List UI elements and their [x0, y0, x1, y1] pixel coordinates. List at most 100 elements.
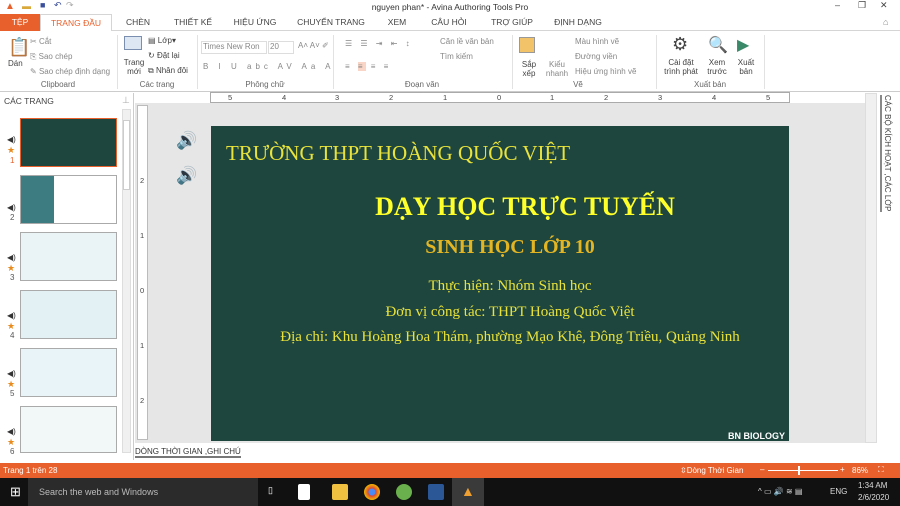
- zoom-out-button[interactable]: –: [760, 465, 764, 474]
- address-line[interactable]: Địa chỉ: Khu Hoàng Hoa Thám, phường Mạo …: [211, 329, 789, 346]
- tab-insert[interactable]: CHÈN: [120, 14, 156, 31]
- ruler-tick: 4: [282, 93, 287, 102]
- minimize-button[interactable]: –: [835, 0, 840, 10]
- tab-design[interactable]: THIẾT KẾ: [170, 14, 216, 31]
- font-style-buttons[interactable]: B I U abc AV Aa A: [203, 62, 334, 71]
- format-painter-label: Sao chép định dạng: [38, 67, 111, 76]
- cut-button[interactable]: ✂ Cắt: [30, 37, 51, 46]
- duplicate-label: Nhân đôi: [155, 66, 188, 75]
- zoom-slider-thumb[interactable]: [798, 466, 801, 475]
- find-button[interactable]: Tìm kiếm: [440, 52, 473, 61]
- chrome-icon[interactable]: [364, 484, 380, 500]
- store-icon[interactable]: [298, 484, 310, 500]
- fit-window-icon[interactable]: ⛶: [878, 465, 884, 475]
- page-indicator: Trang 1 trên 28: [3, 466, 58, 475]
- pages-scrollbar[interactable]: [122, 109, 131, 453]
- ruler-tick: 3: [335, 93, 340, 102]
- canvas-scrollbar[interactable]: [865, 93, 877, 443]
- timeline-notes-panel: DÒNG THỜI GIAN ,GHI CHÚ: [135, 443, 865, 463]
- page-thumbnail-6[interactable]: [20, 406, 117, 453]
- page-thumbnail-5[interactable]: [20, 348, 117, 397]
- gear-icon: ⚙: [672, 34, 689, 54]
- speaker-icon[interactable]: 🔊: [176, 166, 197, 186]
- tab-transitions[interactable]: CHUYỂN TRANG: [296, 14, 366, 31]
- tab-file[interactable]: TỆP: [0, 14, 40, 31]
- duplicate-button[interactable]: ⧉ Nhân đôi: [148, 66, 188, 76]
- font-name-select[interactable]: Times New Ron: [201, 41, 267, 54]
- ruler-tick: 0: [140, 286, 145, 295]
- pages-panel-title: CÁC TRANG: [4, 96, 54, 106]
- copy-button[interactable]: ⎘ Sao chép: [30, 52, 72, 62]
- quick-styles-button[interactable]: Kiểu nhanh: [543, 60, 571, 78]
- layer-button[interactable]: ▤ Lớp▾: [148, 36, 176, 45]
- slide[interactable]: TRƯỜNG THPT HOÀNG QUỐC VIỆT DẠY HỌC TRỰC…: [211, 126, 789, 441]
- shape-fill-button[interactable]: Màu hình vẽ: [575, 37, 619, 46]
- align-buttons[interactable]: ≡ ≡ ≡ ≡: [345, 62, 391, 71]
- clock-date[interactable]: 2/6/2020: [858, 493, 889, 502]
- align-text-button[interactable]: Căn lề văn bản: [440, 37, 494, 46]
- close-button[interactable]: ✕: [880, 0, 888, 11]
- school-name[interactable]: TRƯỜNG THPT HOÀNG QUỐC VIỆT: [226, 141, 570, 166]
- player-settings-button[interactable]: Cài đặt trình phát: [662, 58, 700, 76]
- ruler-tick: 2: [604, 93, 609, 102]
- format-painter-button[interactable]: ✎ Sao chép định dạng: [30, 67, 110, 76]
- ruler-tick: 2: [140, 396, 145, 405]
- language-indicator[interactable]: ENG: [830, 487, 847, 496]
- clock-time[interactable]: 1:34 AM: [858, 481, 887, 490]
- slide-subtitle[interactable]: SINH HỌC LỚP 10: [211, 236, 789, 259]
- zoom-in-button[interactable]: +: [840, 465, 845, 474]
- page-number: 2: [10, 213, 15, 222]
- tab-format[interactable]: ĐỊNH DẠNG: [552, 14, 604, 31]
- avina-taskbar-button[interactable]: ▲: [452, 478, 484, 506]
- word-icon[interactable]: [428, 484, 444, 500]
- page-thumbnail-4[interactable]: [20, 290, 117, 339]
- file-explorer-icon[interactable]: [332, 484, 348, 500]
- list-buttons[interactable]: ☰ ☰ ⇥ ⇤ ↕: [345, 39, 413, 48]
- publish-button[interactable]: Xuất bản: [734, 58, 758, 76]
- ruler-tick: 1: [140, 341, 145, 350]
- new-page-icon: [124, 36, 142, 50]
- paste-button[interactable]: Dán: [8, 59, 23, 68]
- pages-panel: CÁC TRANG ⊥ ◀) ★ 1 ◀) 2 ◀) ★ 3 ◀) ★ 4 ◀) ★ 5 ◀) ★ 6: [0, 93, 134, 460]
- reset-button[interactable]: ↻ Đặt lại: [148, 51, 180, 60]
- tab-view[interactable]: XEM: [382, 14, 412, 31]
- restore-button[interactable]: ❐: [858, 0, 866, 11]
- author-line[interactable]: Thực hiện: Nhóm Sinh học: [211, 278, 789, 295]
- ruler-tick: 1: [443, 93, 448, 102]
- system-tray-icons[interactable]: ^ ▭ 🔊 ≋ ▤: [758, 487, 802, 496]
- preview-button[interactable]: Xem trước: [704, 58, 730, 76]
- font-size-buttons[interactable]: A˄ A˅ ✐: [298, 41, 329, 50]
- search-box[interactable]: Search the web and Windows: [28, 478, 258, 506]
- ruler-tick: 4: [712, 93, 717, 102]
- tab-home[interactable]: TRANG ĐẦU: [40, 14, 112, 32]
- arrange-button[interactable]: Sắp xếp: [517, 60, 541, 78]
- slide-title[interactable]: DẠY HỌC TRỰC TUYẾN: [211, 192, 789, 222]
- windows-start-icon[interactable]: ⊞: [10, 484, 21, 500]
- ruler-tick: 3: [658, 93, 663, 102]
- page-thumbnail-1[interactable]: [20, 118, 117, 167]
- coccoc-icon[interactable]: [396, 484, 412, 500]
- speaker-icon[interactable]: 🔊: [176, 131, 197, 151]
- timeline-label: Dòng Thời Gian: [686, 466, 744, 475]
- cut-label: Cắt: [38, 37, 52, 46]
- timeline-notes-tab[interactable]: DÒNG THỜI GIAN ,GHI CHÚ: [135, 447, 241, 458]
- publish-icon: ▶: [737, 37, 750, 54]
- timeline-toggle[interactable]: ⇳Dòng Thời Gian: [680, 466, 743, 475]
- shape-effects-button[interactable]: Hiệu ứng hình vẽ: [575, 67, 636, 76]
- new-page-button[interactable]: Trang mới: [122, 58, 146, 76]
- zoom-slider[interactable]: [768, 466, 838, 475]
- tab-effects[interactable]: HIỆU ỨNG: [230, 14, 280, 31]
- collapse-ribbon-icon[interactable]: ⌂: [883, 17, 888, 27]
- tab-help[interactable]: TRỢ GIÚP: [490, 14, 534, 31]
- triggers-layers-tab[interactable]: CÁC BỘ KÍCH HOẠT ,CÁC LỚP: [880, 95, 892, 212]
- drawing-group-label: Vẽ: [573, 80, 583, 89]
- page-thumbnail-2[interactable]: [20, 175, 117, 224]
- outline-button[interactable]: Đường viền: [575, 52, 617, 61]
- organization-line[interactable]: Đơn vị công tác: THPT Hoàng Quốc Việt: [211, 304, 789, 321]
- task-view-icon[interactable]: ▯: [268, 485, 273, 496]
- page-thumbnail-3[interactable]: [20, 232, 117, 281]
- tab-questions[interactable]: CÂU HỎI: [428, 14, 470, 31]
- font-size-select[interactable]: 20: [268, 41, 294, 54]
- page-number: 5: [10, 389, 15, 398]
- pin-icon[interactable]: ⊥: [122, 95, 130, 106]
